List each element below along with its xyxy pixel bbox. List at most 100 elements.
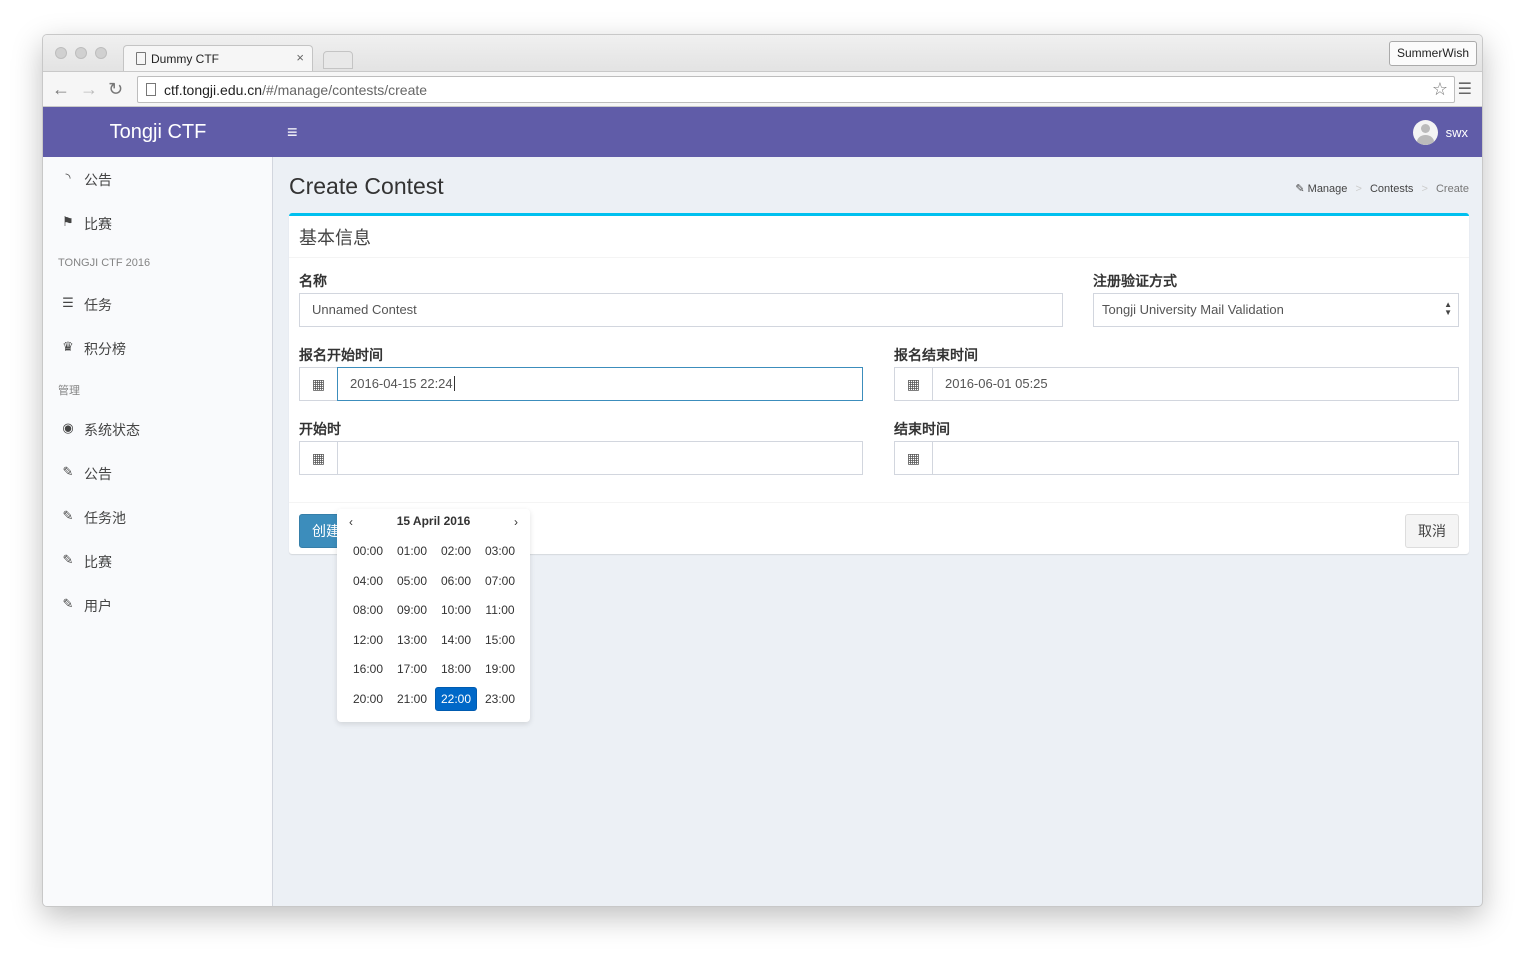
- sidebar-item-label: 系统状态: [84, 422, 140, 438]
- breadcrumb-create: Create: [1435, 183, 1469, 195]
- browser-menu-icon[interactable]: ☰: [1458, 79, 1472, 99]
- minimize-window-button[interactable]: [75, 47, 87, 59]
- sidebar-item-contests[interactable]: ⚑ 比赛: [43, 201, 273, 245]
- sidebar-item-label: 公告: [84, 466, 112, 482]
- list-icon: ☰: [62, 295, 74, 310]
- browser-window: Dummy CTF × SummerWish ← → ↻ ctf.tongji.…: [42, 34, 1483, 907]
- breadcrumb-contests[interactable]: Contests: [1370, 183, 1413, 195]
- breadcrumb-manage[interactable]: Manage: [1308, 183, 1348, 195]
- reg-start-value: 2016-04-15 22:24: [350, 376, 453, 391]
- sidebar-item-system-status[interactable]: ◉ 系统状态: [43, 407, 273, 451]
- hour-option[interactable]: 06:00: [435, 569, 477, 593]
- box-header: 基本信息: [289, 216, 1469, 258]
- hour-option[interactable]: 12:00: [347, 628, 389, 652]
- main-header: Tongji CTF ≡ swx: [43, 107, 1482, 157]
- url-host: ctf.tongji.edu.cn: [164, 82, 263, 98]
- url-path: /#/manage/contests/create: [262, 82, 428, 98]
- validation-select[interactable]: Tongji University Mail Validation ▲ ▼: [1093, 293, 1459, 327]
- select-arrows-icon: ▲ ▼: [1444, 300, 1452, 317]
- sidebar: ◝ 公告 ⚑ 比赛 TONGJI CTF 2016 ☰ 任务 ♛ 积分榜 管理 …: [43, 157, 273, 906]
- reg-start-input[interactable]: 2016-04-15 22:24: [337, 367, 863, 401]
- hour-option[interactable]: 09:00: [391, 598, 433, 622]
- avatar: [1412, 120, 1438, 145]
- new-tab-button[interactable]: [323, 51, 353, 69]
- bookmark-star-icon[interactable]: ☆: [1432, 79, 1448, 100]
- end-label: 结束时间: [894, 421, 950, 437]
- wrench-icon: ✎: [62, 464, 74, 479]
- sidebar-item-manage-announcements[interactable]: ✎ 公告: [43, 451, 273, 495]
- calendar-icon: ▦: [894, 441, 933, 475]
- hour-option[interactable]: 01:00: [391, 539, 433, 563]
- sidebar-item-tasks[interactable]: ☰ 任务: [43, 282, 273, 326]
- next-day-icon[interactable]: ›: [514, 515, 518, 529]
- forward-icon[interactable]: →: [80, 79, 98, 100]
- hour-option[interactable]: 03:00: [479, 539, 521, 563]
- sidebar-item-announcements[interactable]: ◝ 公告: [43, 157, 273, 201]
- zoom-window-button[interactable]: [95, 47, 107, 59]
- sidebar-item-scoreboard[interactable]: ♛ 积分榜: [43, 326, 273, 370]
- title-bar: Dummy CTF × SummerWish: [43, 35, 1482, 72]
- sidebar-item-manage-contests[interactable]: ✎ 比赛: [43, 539, 273, 583]
- sidebar-item-task-pool[interactable]: ✎ 任务池: [43, 495, 273, 539]
- address-bar[interactable]: ctf.tongji.edu.cn/#/manage/contests/crea…: [137, 76, 1455, 103]
- user-name: swx: [1445, 125, 1468, 140]
- sidebar-item-label: 公告: [84, 172, 112, 188]
- wrench-icon: ✎: [1295, 183, 1305, 195]
- profile-button[interactable]: SummerWish: [1388, 41, 1477, 66]
- hour-option[interactable]: 05:00: [391, 569, 433, 593]
- hour-option[interactable]: 21:00: [391, 687, 433, 711]
- hour-option[interactable]: 04:00: [347, 569, 389, 593]
- hour-option[interactable]: 19:00: [479, 657, 521, 681]
- start-input[interactable]: [337, 441, 863, 475]
- cancel-button[interactable]: 取消: [1405, 514, 1459, 548]
- name-input[interactable]: Unnamed Contest: [299, 293, 1063, 327]
- hour-option[interactable]: 08:00: [347, 598, 389, 622]
- sidebar-section-header: TONGJI CTF 2016: [58, 257, 151, 269]
- hour-option[interactable]: 15:00: [479, 628, 521, 652]
- reg-start-label: 报名开始时间: [299, 347, 383, 363]
- hour-option[interactable]: 02:00: [435, 539, 477, 563]
- back-icon[interactable]: ←: [52, 79, 70, 100]
- picker-title[interactable]: 15 April 2016: [337, 514, 530, 528]
- hour-option[interactable]: 14:00: [435, 628, 477, 652]
- trophy-icon: ♛: [62, 339, 74, 354]
- url-text: ctf.tongji.edu.cn/#/manage/contests/crea…: [164, 82, 427, 98]
- sidebar-item-label: 用户: [84, 598, 112, 614]
- hour-option[interactable]: 23:00: [479, 687, 521, 711]
- wrench-icon: ✎: [62, 508, 74, 523]
- dashboard-icon: ◉: [62, 420, 74, 435]
- sidebar-item-label: 任务池: [84, 510, 126, 526]
- tab-title: Dummy CTF: [151, 52, 219, 66]
- hour-option[interactable]: 11:00: [479, 598, 521, 622]
- browser-tab[interactable]: Dummy CTF ×: [123, 45, 313, 72]
- hour-option[interactable]: 22:00: [435, 686, 477, 711]
- page-title: Create Contest: [289, 173, 444, 199]
- sidebar-item-users[interactable]: ✎ 用户: [43, 583, 273, 627]
- sidebar-toggle-icon[interactable]: ≡: [287, 122, 298, 143]
- validation-label: 注册验证方式: [1093, 273, 1177, 289]
- hour-option[interactable]: 17:00: [391, 657, 433, 681]
- validation-selected: Tongji University Mail Validation: [1102, 302, 1284, 317]
- reg-end-label: 报名结束时间: [894, 347, 978, 363]
- wrench-icon: ✎: [62, 596, 74, 611]
- hour-option[interactable]: 00:00: [347, 539, 389, 563]
- hour-option[interactable]: 16:00: [347, 657, 389, 681]
- end-input[interactable]: [932, 441, 1459, 475]
- sidebar-item-label: 比赛: [84, 216, 112, 232]
- app: Tongji CTF ≡ swx ◝ 公告 ⚑ 比赛 TONGJI CTF 20…: [43, 107, 1482, 906]
- sidebar-item-label: 比赛: [84, 554, 112, 570]
- hour-option[interactable]: 13:00: [391, 628, 433, 652]
- calendar-icon: ▦: [299, 367, 338, 401]
- hour-option[interactable]: 20:00: [347, 687, 389, 711]
- hour-option[interactable]: 18:00: [435, 657, 477, 681]
- reg-end-input[interactable]: 2016-06-01 05:25: [932, 367, 1459, 401]
- close-window-button[interactable]: [55, 47, 67, 59]
- tab-close-icon[interactable]: ×: [296, 50, 304, 65]
- brand-logo[interactable]: Tongji CTF: [43, 107, 273, 157]
- page-icon: [136, 52, 146, 65]
- hour-option[interactable]: 10:00: [435, 598, 477, 622]
- hour-option[interactable]: 07:00: [479, 569, 521, 593]
- reload-icon[interactable]: ↻: [108, 79, 123, 100]
- datetime-picker: ‹ 15 April 2016 › 00:00 01:00 02:00 03:00 04…: [337, 509, 530, 722]
- user-menu[interactable]: swx: [1412, 120, 1468, 145]
